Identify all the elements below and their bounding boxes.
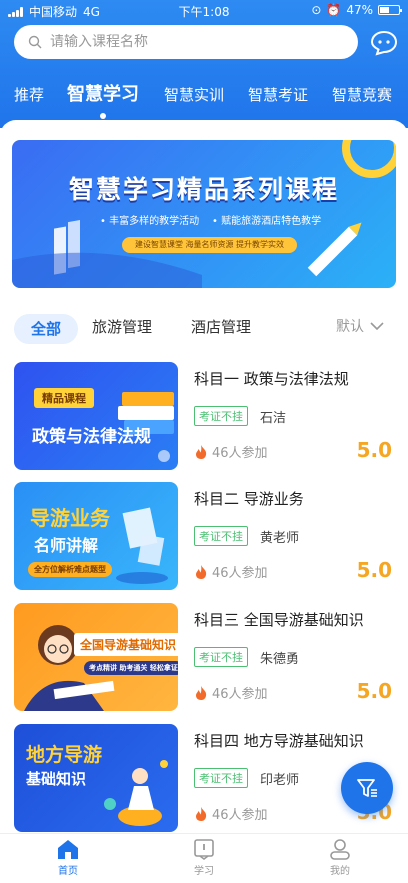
thumb-title: 政策与法律法规 — [32, 427, 151, 447]
teacher-name: 朱德勇 — [260, 652, 300, 667]
tab-smart-learning[interactable]: 智慧学习 — [67, 80, 139, 106]
nav-study-label: 学习 — [194, 866, 214, 877]
course-title: 科目一 政策与法律法规 — [194, 370, 349, 388]
teacher-name: 黄老师 — [260, 531, 300, 546]
thumb-title: 导游业务 — [30, 506, 110, 530]
chevron-down-icon — [370, 322, 384, 331]
search-input[interactable] — [50, 34, 330, 50]
course-title: 科目三 全国导游基础知识 — [194, 611, 364, 629]
lock-rotation-icon: ⊙ — [311, 3, 322, 17]
thumb-tag: 全方位解析难点题型 — [28, 562, 112, 577]
filter-tourism[interactable]: 旅游管理 — [92, 316, 152, 337]
nav-profile-label: 我的 — [330, 866, 350, 877]
course-score: 5.0 — [356, 679, 392, 703]
status-bar: 中国移动 4G 下午1:08 ⊙ ⏰ 47% — [0, 0, 408, 22]
battery-icon — [378, 5, 402, 15]
active-tab-indicator — [100, 113, 106, 119]
bottom-nav: 首页 学习 我的 — [0, 833, 408, 883]
nav-home-label: 首页 — [58, 866, 78, 877]
fire-icon — [196, 444, 207, 459]
chat-icon[interactable] — [370, 30, 398, 56]
banner-subtitle-right: • 赋能旅游酒店特色教学 — [212, 216, 322, 227]
course-score: 5.0 — [356, 438, 392, 462]
search-bar[interactable] — [14, 25, 358, 59]
course-thumbnail: 导游业务 名师讲解 全方位解析难点题型 — [14, 482, 178, 590]
participants: 46人参加 — [194, 442, 268, 461]
course-thumbnail: 地方导游 基础知识 — [14, 724, 178, 832]
filter-fab[interactable] — [341, 762, 393, 814]
main-content: 智慧学习精品系列课程 • 丰富多样的教学活动 • 赋能旅游酒店特色教学 建设智慧… — [0, 120, 408, 840]
nav-home[interactable]: 首页 — [38, 838, 98, 877]
books-illustration — [118, 392, 174, 462]
thumb-title: 全国导游基础知识 — [74, 633, 178, 656]
cert-badge: 考证不挂 — [194, 406, 248, 426]
thumb-tag: 考点精讲 助考通关 轻松拿证 — [84, 661, 178, 675]
cert-badge: 考证不挂 — [194, 526, 248, 546]
battery-percent: 47% — [346, 3, 373, 17]
nav-profile[interactable]: 我的 — [310, 838, 370, 877]
teacher-name: 石洁 — [260, 411, 287, 426]
search-icon — [28, 35, 42, 49]
banner-title: 智慧学习精品系列课程 — [68, 175, 339, 204]
filter-bar: 全部 旅游管理 酒店管理 默认 — [0, 308, 408, 348]
tab-smart-certification[interactable]: 智慧考证 — [248, 84, 308, 105]
course-thumbnail: 精品课程 政策与法律法规 — [14, 362, 178, 470]
fire-icon — [196, 685, 207, 700]
book-icon — [194, 839, 214, 860]
banner-pill: 建设智慧课堂 海量名师资源 提升教学实效 — [122, 237, 297, 253]
fire-icon — [196, 564, 207, 579]
teacher-name: 印老师 — [260, 773, 300, 788]
home-icon — [58, 840, 78, 859]
tab-smart-training[interactable]: 智慧实训 — [164, 84, 224, 105]
course-card[interactable]: 全国导游基础知识 考点精讲 助考通关 轻松拿证 科目三 全国导游基础知识 考证不… — [14, 603, 394, 713]
participants-count: 46人参加 — [212, 566, 268, 581]
course-title: 科目四 地方导游基础知识 — [194, 732, 364, 750]
filter-icon — [357, 779, 377, 797]
reading-girl-illustration — [24, 625, 115, 711]
cert-badge: 考证不挂 — [194, 768, 248, 788]
banner-sub-right-text: 赋能旅游酒店特色教学 — [221, 216, 322, 227]
course-card[interactable]: 地方导游 基础知识 科目四 地方导游基础知识 考证不挂 印老师 46人参加 5.… — [14, 724, 394, 834]
participants-count: 46人参加 — [212, 687, 268, 702]
thumb-subtitle: 名师讲解 — [34, 536, 99, 555]
banner-decoration — [12, 140, 396, 288]
nav-study[interactable]: 学习 — [174, 838, 234, 877]
alarm-icon: ⏰ — [326, 3, 342, 17]
profile-icon — [330, 839, 350, 860]
participants: 46人参加 — [194, 804, 268, 823]
course-card[interactable]: 精品课程 政策与法律法规 科目一 政策与法律法规 考证不挂 石洁 46人参加 5… — [14, 362, 394, 472]
banner-subtitle-left: • 丰富多样的教学活动 — [100, 216, 200, 227]
thumb-tag: 精品课程 — [34, 388, 94, 408]
promo-banner[interactable]: 智慧学习精品系列课程 • 丰富多样的教学活动 • 赋能旅游酒店特色教学 建设智慧… — [12, 140, 396, 288]
participants-count: 46人参加 — [212, 808, 268, 823]
banner-sub-left-text: 丰富多样的教学活动 — [109, 216, 200, 227]
course-score: 5.0 — [356, 558, 392, 582]
tab-recommend[interactable]: 推荐 — [14, 84, 44, 105]
sort-label: 默认 — [336, 319, 364, 335]
course-card[interactable]: 导游业务 名师讲解 全方位解析难点题型 科目二 导游业务 考证不挂 黄老师 46… — [14, 482, 394, 592]
participants: 46人参加 — [194, 562, 268, 581]
thumb-subtitle: 基础知识 — [26, 770, 87, 788]
thumb-title: 地方导游 — [26, 744, 103, 766]
fire-icon — [196, 806, 207, 821]
filter-all[interactable]: 全部 — [14, 314, 78, 344]
tab-smart-competition[interactable]: 智慧竞赛 — [332, 84, 392, 105]
course-title: 科目二 导游业务 — [194, 490, 304, 508]
participants: 46人参加 — [194, 683, 268, 702]
participants-count: 46人参加 — [212, 446, 268, 461]
course-thumbnail: 全国导游基础知识 考点精讲 助考通关 轻松拿证 — [14, 603, 178, 711]
sort-dropdown[interactable]: 默认 — [336, 316, 384, 336]
filter-hotel[interactable]: 酒店管理 — [191, 316, 251, 337]
category-tabs: 推荐 智慧学习 智慧实训 智慧考证 智慧竞赛 — [0, 80, 408, 112]
cert-badge: 考证不挂 — [194, 647, 248, 667]
